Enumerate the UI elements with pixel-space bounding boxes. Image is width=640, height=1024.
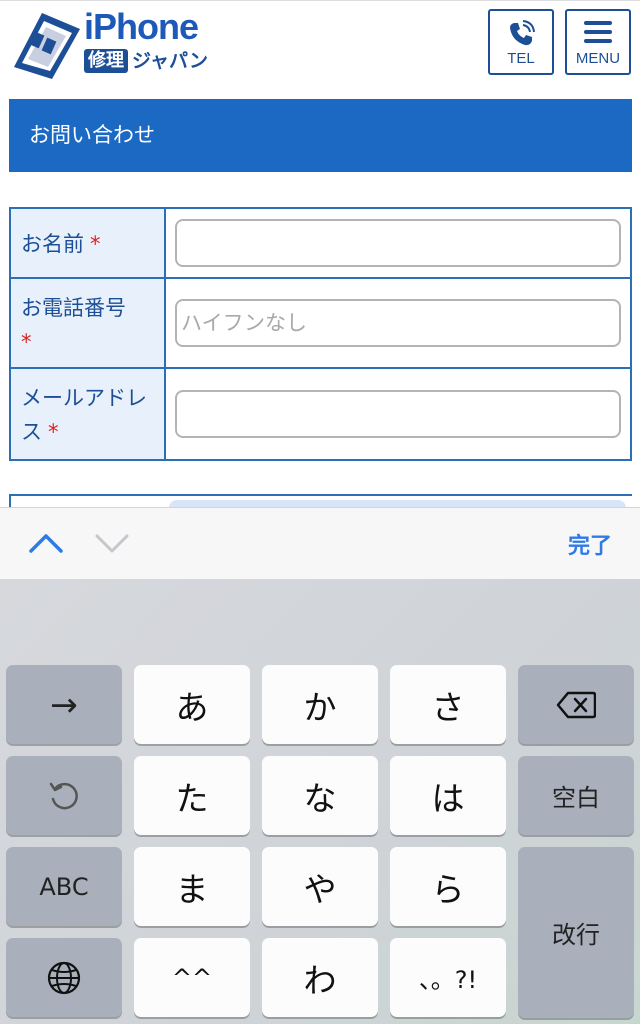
japanese-kana-keyboard: → あ か さ た な は 空白 ABC ま や ら 改行 ^^ わ 、。?! — [0, 579, 640, 1024]
key-abc[interactable]: ABC — [6, 847, 122, 926]
key-a[interactable]: あ — [134, 665, 250, 744]
form-row-email: メールアドレス * — [11, 369, 630, 459]
phone-input[interactable] — [175, 299, 621, 347]
key-arrow[interactable]: → — [6, 665, 122, 744]
key-enter[interactable]: 改行 — [518, 847, 634, 1018]
logo-mark-icon[interactable] — [8, 9, 80, 79]
email-field-cell — [166, 369, 630, 459]
form-row-phone: お電話番号 * — [11, 279, 630, 369]
key-ka[interactable]: か — [262, 665, 378, 744]
phone-icon — [510, 20, 535, 46]
chevron-down-icon[interactable] — [94, 532, 130, 554]
menu-button[interactable]: MENU — [565, 9, 631, 75]
site-header: iPhone 修理 ジャパン TEL MENU — [0, 0, 640, 89]
form-row-name: お名前 * — [11, 209, 630, 279]
name-field-cell — [166, 209, 630, 277]
tel-label: TEL — [507, 50, 535, 67]
required-mark: * — [21, 330, 32, 354]
brand-name: iPhone — [84, 6, 199, 47]
email-label-text: メールアドレス — [21, 386, 147, 444]
delete-icon — [556, 691, 596, 718]
key-ma[interactable]: ま — [134, 847, 250, 926]
key-ra[interactable]: ら — [390, 847, 506, 926]
brand-badge: 修理 — [84, 49, 128, 73]
key-globe[interactable] — [6, 938, 122, 1017]
name-label-text: お名前 — [21, 232, 84, 256]
key-ha[interactable]: は — [390, 756, 506, 835]
key-ya[interactable]: や — [262, 847, 378, 926]
key-space[interactable]: 空白 — [518, 756, 634, 835]
chevron-up-icon[interactable] — [28, 532, 64, 554]
keyboard-accessory-bar: 完了 — [0, 507, 640, 580]
done-button[interactable]: 完了 — [568, 528, 612, 560]
key-kaomoji[interactable]: ^^ — [134, 938, 250, 1017]
brand[interactable]: iPhone 修理 ジャパン — [84, 7, 208, 73]
globe-icon — [47, 961, 81, 994]
menu-label: MENU — [575, 50, 621, 67]
key-ta[interactable]: た — [134, 756, 250, 835]
name-input[interactable] — [175, 219, 621, 267]
key-wa[interactable]: わ — [262, 938, 378, 1017]
email-label: メールアドレス * — [11, 369, 166, 459]
required-mark: * — [90, 232, 101, 256]
key-punctuation[interactable]: 、。?! — [390, 938, 506, 1017]
phone-field-cell — [166, 279, 630, 367]
email-input[interactable] — [175, 390, 621, 438]
undo-icon — [49, 782, 78, 809]
required-mark: * — [48, 420, 59, 444]
tel-button[interactable]: TEL — [488, 9, 554, 75]
key-na[interactable]: な — [262, 756, 378, 835]
key-undo[interactable] — [6, 756, 122, 835]
key-sa[interactable]: さ — [390, 665, 506, 744]
contact-form: お名前* お電話番号* メールアドレス* — [9, 207, 632, 461]
name-label: お名前 * — [11, 209, 166, 277]
section-title: お問い合わせ — [9, 99, 632, 172]
phone-label: お電話番号 * — [11, 279, 166, 367]
key-delete[interactable] — [518, 665, 634, 744]
phone-label-text: お電話番号 — [21, 296, 126, 320]
brand-sub-text: ジャパン — [132, 50, 209, 72]
hamburger-icon — [584, 21, 612, 43]
brand-subtitle: 修理 ジャパン — [84, 49, 208, 73]
